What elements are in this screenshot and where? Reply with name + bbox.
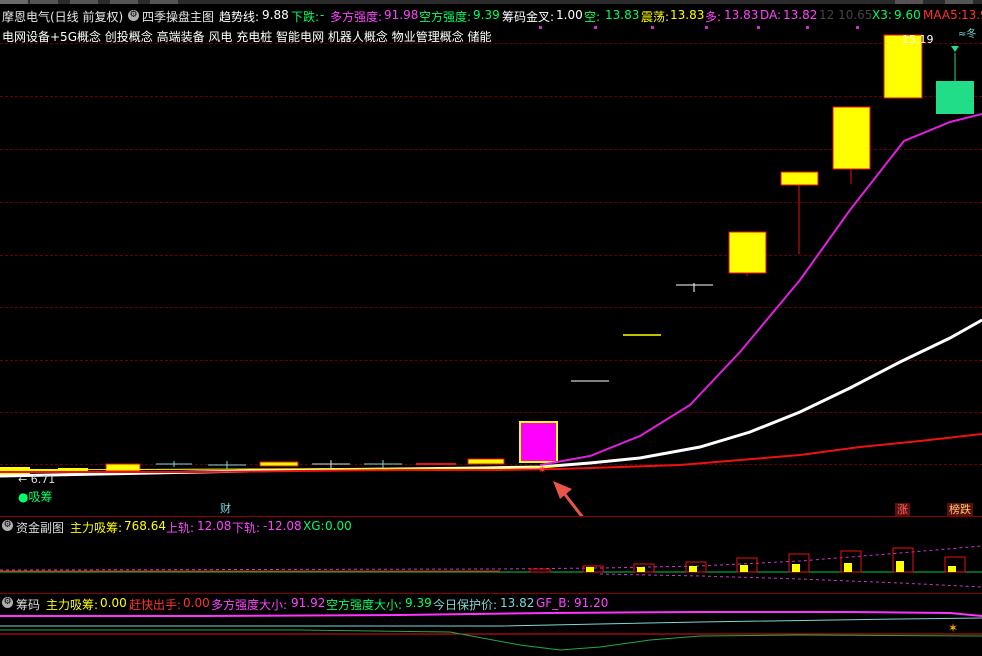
ma-red-line — [0, 433, 982, 473]
panel-separator[interactable] — [0, 593, 982, 594]
chip-long-strength-label: 多方强度大小: — [211, 598, 288, 612]
chip-long-strength-value: 91.92 — [291, 596, 326, 610]
fund-bar-fill — [637, 567, 645, 572]
lower-band-line — [599, 573, 982, 588]
fund-bar — [633, 563, 655, 573]
main-absorb-value: 768.64 — [124, 519, 166, 533]
upper-label: 上轨: — [166, 521, 195, 535]
fund-bar — [892, 547, 914, 573]
fund-bar — [788, 553, 810, 573]
candle[interactable] — [780, 171, 819, 186]
upper-value: 12.08 — [197, 519, 232, 533]
rise-tag[interactable]: 涨 — [895, 503, 910, 516]
breakout-signal-mark: ✷ — [538, 465, 546, 476]
fund-bar — [529, 568, 551, 573]
exit-value: 0.00 — [183, 596, 210, 610]
lower-label: 下轨: — [232, 521, 261, 535]
xg-value: 0.00 — [325, 519, 352, 533]
chip-absorb-label: ●吸筹 — [18, 490, 53, 504]
annotation-arrow — [561, 491, 584, 516]
wave-icon: ≈冬 — [958, 27, 976, 40]
breakout-candle[interactable] — [519, 421, 558, 463]
fund-bar — [944, 556, 966, 573]
chip-main-absorb-value: 0.00 — [100, 596, 127, 610]
upper-band-line — [0, 545, 982, 571]
chip-panel-title[interactable]: 筹码 — [16, 596, 40, 613]
gfb-label: GF_B: — [536, 596, 571, 610]
main-chart[interactable]: ≈冬 ✷ — [0, 0, 982, 516]
fund-bar-fill — [689, 566, 697, 572]
protect-value: 13.82 — [500, 596, 535, 610]
low-price-label: ← 6.71 — [18, 473, 56, 486]
fund-bar-fill — [948, 566, 956, 572]
lower-value: -12.08 — [263, 519, 302, 533]
short-strength-line — [0, 629, 982, 651]
protect-label: 今日保护价: — [433, 598, 498, 612]
fund-bar-fill — [586, 567, 594, 572]
fund-bar — [582, 565, 604, 573]
panel-settings-icon[interactable]: ⚙ — [2, 520, 13, 531]
candle[interactable] — [728, 231, 767, 274]
fund-bar — [685, 561, 707, 573]
chip-main-absorb-label: 主力吸筹: — [46, 598, 99, 612]
last-candle[interactable] — [936, 81, 974, 114]
panel-separator[interactable] — [0, 516, 982, 517]
finance-tag[interactable]: 财 — [218, 502, 233, 515]
top-list-tag[interactable]: 榜跌 — [947, 503, 973, 516]
ma-white-line — [0, 318, 982, 478]
down-arrow-icon — [951, 46, 959, 52]
fund-panel-header: ⚙ 资金副图 主力吸筹: 768.64 上轨: 12.08 下轨: -12.08… — [0, 518, 982, 536]
fund-bar-fill — [844, 563, 852, 572]
gfb-value: 91.20 — [574, 596, 609, 610]
candle — [467, 458, 505, 465]
signal-icon: ✶ — [948, 621, 958, 635]
chip-panel-header: ⚙ 筹码 主力吸筹: 0.00 赶快出手: 0.00 多方强度大小: 91.92… — [0, 595, 982, 613]
candle — [259, 461, 299, 467]
chip-short-strength-label: 空方强度大小: — [326, 598, 403, 612]
candle[interactable] — [832, 106, 871, 170]
annotation-arrow-head — [553, 481, 572, 499]
fund-bar-fill — [792, 564, 800, 572]
chip-short-strength-value: 9.39 — [405, 596, 432, 610]
high-price-label: 15.19 — [902, 33, 934, 46]
xg-label: XG: — [303, 519, 325, 533]
fund-bar — [840, 550, 862, 573]
fund-bar-fill — [740, 565, 748, 572]
protect-price-line — [0, 617, 982, 627]
exit-label: 赶快出手: — [129, 598, 182, 612]
fund-bar — [736, 557, 758, 573]
panel-settings-icon[interactable]: ⚙ — [2, 597, 13, 608]
ma-magenta-line — [539, 113, 982, 466]
fund-bar-fill — [896, 561, 904, 572]
main-absorb-label: 主力吸筹: — [70, 521, 123, 535]
fund-panel-title[interactable]: 资金副图 — [16, 519, 64, 536]
